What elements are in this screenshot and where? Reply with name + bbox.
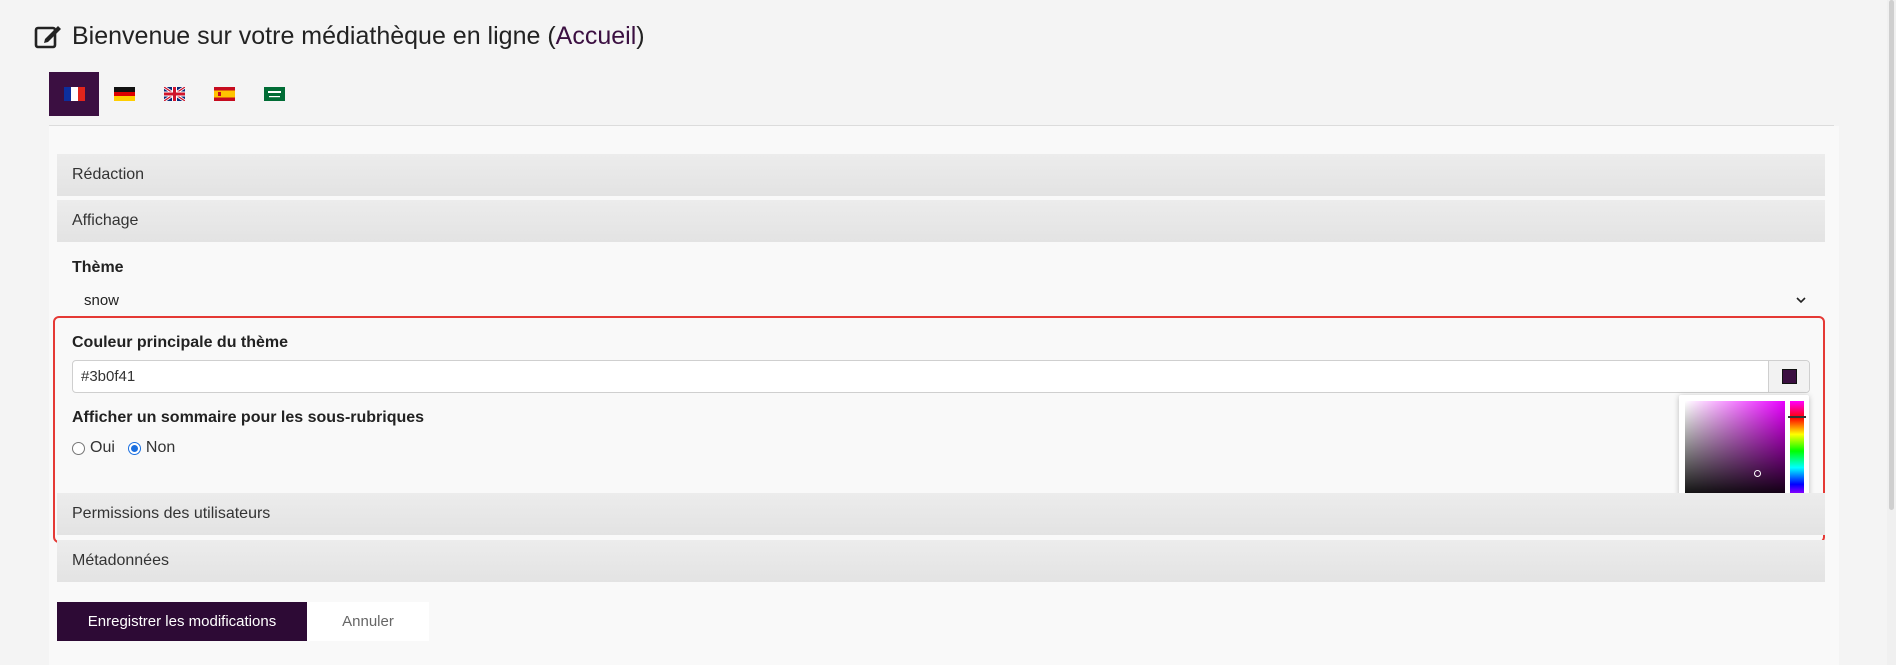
section-metadonnees[interactable]: Métadonnées [57,540,1825,582]
hue-slider-handle[interactable] [1788,416,1806,418]
tab-language-es[interactable] [199,72,249,116]
color-field [72,360,1810,393]
home-link[interactable]: Accueil [556,22,637,50]
cancel-button[interactable]: Annuler [307,602,429,641]
scrollbar-thumb[interactable] [1889,0,1894,510]
color-swatch [1781,369,1797,384]
summary-label: Afficher un sommaire pour les sous-rubri… [72,409,425,426]
flag-saudi-arabia-icon [263,87,285,101]
summary-radio-group: Oui Non [72,438,183,458]
chevron-down-icon [1796,297,1806,304]
flag-germany-icon [113,87,135,101]
radio-oui-label[interactable]: Oui [90,439,115,457]
page-title-suffix: ) [636,21,645,50]
flag-spain-icon [213,87,235,101]
language-tabs [49,72,299,116]
radio-non[interactable] [127,441,141,455]
color-swatch-button[interactable] [1768,361,1809,392]
section-affichage[interactable]: Affichage [57,200,1825,242]
color-input[interactable] [73,360,1768,393]
color-cursor[interactable] [1754,470,1761,477]
flag-uk-icon [163,87,185,101]
save-button[interactable]: Enregistrer les modifications [57,602,307,641]
color-label: Couleur principale du thème [72,334,289,351]
page-title: Bienvenue sur votre médiathèque en ligne… [34,16,645,56]
theme-label: Thème [72,259,124,276]
tab-language-en[interactable] [149,72,199,116]
radio-non-label[interactable]: Non [146,439,175,457]
page-title-text: Bienvenue sur votre médiathèque en ligne… [72,21,556,50]
theme-select-value: snow [84,291,120,309]
tab-language-ar[interactable] [249,72,299,116]
tab-language-de[interactable] [99,72,149,116]
section-redaction[interactable]: Rédaction [57,154,1825,196]
flag-france-icon [63,87,85,101]
tab-language-fr[interactable] [49,72,99,116]
section-permissions[interactable]: Permissions des utilisateurs [57,493,1825,535]
edit-icon [34,26,61,49]
theme-select[interactable]: snow [72,288,1814,312]
saturation-value-area[interactable] [1685,401,1785,501]
radio-oui[interactable] [72,441,85,455]
